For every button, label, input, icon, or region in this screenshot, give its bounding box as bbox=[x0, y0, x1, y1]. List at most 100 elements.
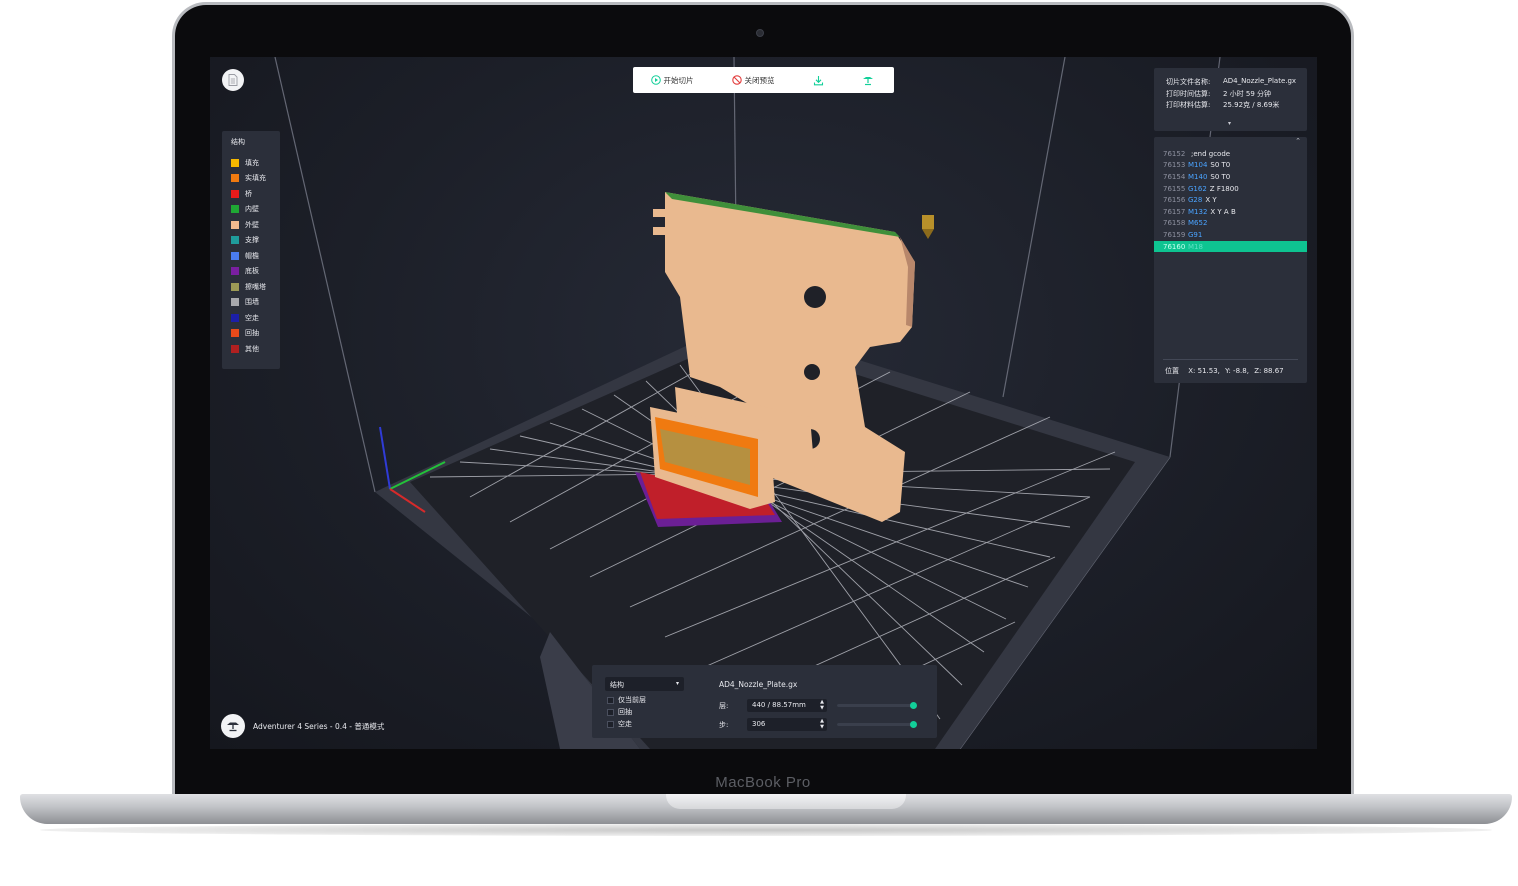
legend-item: 其他 bbox=[231, 341, 280, 357]
legend-swatch bbox=[231, 236, 239, 245]
gcode-command: G91 bbox=[1188, 230, 1203, 239]
gcode-panel: ⌃ 76152 ;end gcode 76153 M104 S0 T0 76154 M140… bbox=[1154, 137, 1307, 383]
close-preview-button[interactable]: 关闭预览 bbox=[711, 67, 795, 93]
gcode-command: M18 bbox=[1188, 242, 1203, 251]
gcode-line[interactable]: 76155 G162 Z F1800 bbox=[1154, 183, 1307, 195]
legend-item: 内壁 bbox=[231, 202, 280, 218]
travel-checkbox[interactable]: 空走 bbox=[607, 719, 632, 729]
position-z: Z: 88.67 bbox=[1254, 367, 1284, 375]
view-type-select[interactable]: 结构 ▾ bbox=[605, 677, 684, 691]
legend-label: 帽檐 bbox=[245, 251, 259, 260]
preview-control-panel: 结构 ▾ 仅当前层 回抽 空走 AD4_Nozzle_Plate.gx 层: 4… bbox=[592, 665, 937, 738]
collapse-icon[interactable]: ⌃ bbox=[1295, 137, 1301, 145]
legend-item: 实填充 bbox=[231, 171, 280, 187]
info-value: AD4_Nozzle_Plate.gx bbox=[1223, 77, 1297, 85]
legend-item: 底板 bbox=[231, 264, 280, 280]
gcode-command: M104 bbox=[1188, 161, 1208, 170]
gcode-line[interactable]: 76158 M652 bbox=[1154, 218, 1307, 230]
info-row: 切片文件名称: AD4_Nozzle_Plate.gx bbox=[1166, 77, 1307, 89]
laptop-base bbox=[20, 794, 1512, 824]
device-label: MacBook Pro bbox=[715, 774, 811, 791]
send-to-printer-button[interactable] bbox=[845, 67, 894, 93]
gcode-line[interactable]: 76156 G28 X Y bbox=[1154, 194, 1307, 206]
gcode-command: M652 bbox=[1188, 219, 1208, 228]
start-slice-button[interactable]: 开始切片 bbox=[633, 67, 711, 93]
legend-swatch bbox=[231, 174, 239, 183]
checkbox-label: 空走 bbox=[618, 720, 632, 728]
gcode-line-number: 76158 bbox=[1163, 219, 1186, 228]
step-label: 步: bbox=[719, 721, 729, 729]
step-slider[interactable] bbox=[837, 721, 917, 728]
legend-swatch bbox=[231, 251, 239, 260]
play-circle-icon bbox=[650, 75, 661, 85]
step-value: 306 bbox=[752, 720, 766, 728]
printer-label: Adventurer 4 Series - 0.4 - 普通模式 bbox=[253, 721, 385, 731]
gcode-line-number: 76154 bbox=[1163, 172, 1186, 181]
checkbox-box[interactable] bbox=[607, 720, 614, 728]
layer-input[interactable]: 440 / 88.57mm ▲ ▼ bbox=[747, 699, 827, 712]
legend-label: 内壁 bbox=[245, 205, 259, 214]
export-button[interactable] bbox=[795, 67, 845, 93]
position-x: X: 51.53, bbox=[1188, 367, 1220, 375]
legend-label: 外壁 bbox=[245, 220, 259, 229]
checkbox-box[interactable] bbox=[607, 696, 614, 704]
gcode-line[interactable]: 76160 M18 bbox=[1154, 240, 1307, 253]
layer-slider-knob[interactable] bbox=[910, 702, 917, 709]
gcode-line-number: 76160 bbox=[1163, 242, 1186, 251]
gcode-args: Z F1800 bbox=[1209, 184, 1239, 193]
step-slider-fill bbox=[837, 723, 913, 726]
gcode-line[interactable]: 76153 M104 S0 T0 bbox=[1154, 160, 1307, 172]
legend-swatch bbox=[231, 267, 239, 276]
top-toolbar: 开始切片 关闭预览 bbox=[633, 67, 894, 93]
layer-slider[interactable] bbox=[837, 702, 917, 709]
prohibit-icon bbox=[731, 75, 742, 85]
gcode-line[interactable]: 76152 ;end gcode bbox=[1154, 148, 1307, 160]
printer-selector[interactable]: Adventurer 4 Series - 0.4 - 普通模式 bbox=[221, 714, 384, 738]
slice-info-panel: 切片文件名称: AD4_Nozzle_Plate.gx 打印时间估算: 2 小时 59… bbox=[1154, 68, 1307, 131]
printer-send-icon bbox=[863, 76, 873, 85]
retraction-checkbox[interactable]: 回抽 bbox=[607, 707, 632, 717]
document-icon bbox=[228, 74, 238, 86]
info-key: 打印时间估算: bbox=[1166, 89, 1211, 98]
only-current-layer-checkbox[interactable]: 仅当前层 bbox=[607, 695, 646, 705]
legend-label: 围墙 bbox=[245, 298, 259, 307]
structure-legend: 结构 填充 实填充桥内壁 外壁 支撑 帽檐 底板 擦嘴塔 围墙 空走 回抽 其他 bbox=[222, 131, 280, 369]
step-slider-knob[interactable] bbox=[910, 721, 917, 728]
download-icon bbox=[813, 75, 824, 85]
stepper-icon[interactable]: ▲ ▼ bbox=[820, 718, 824, 730]
legend-swatch bbox=[231, 205, 239, 214]
legend-label: 底板 bbox=[245, 267, 259, 276]
app-window: 结构 填充 实填充桥内壁 外壁 支撑 帽檐 底板 擦嘴塔 围墙 空走 回抽 其他 开始切片 关闭预览 bbox=[210, 57, 1317, 749]
gcode-line[interactable]: 76157 M132 X Y A B bbox=[1154, 206, 1307, 218]
legend-title: 结构 bbox=[231, 138, 245, 146]
laptop-notch bbox=[666, 794, 906, 809]
legend-item: 回抽 bbox=[231, 326, 280, 342]
info-value: 25.92克 / 8.69米 bbox=[1223, 101, 1280, 109]
stepper-icon[interactable]: ▲ ▼ bbox=[820, 699, 824, 711]
info-row: 打印材料估算: 25.92克 / 8.69米 bbox=[1166, 100, 1307, 112]
info-value: 2 小时 59 分钟 bbox=[1223, 89, 1272, 98]
view-type-value: 结构 bbox=[610, 681, 624, 689]
3d-viewport[interactable] bbox=[210, 57, 1317, 749]
gcode-args: S0 T0 bbox=[1210, 172, 1231, 181]
legend-label: 其他 bbox=[245, 344, 259, 353]
checkbox-label: 回抽 bbox=[618, 708, 632, 716]
legend-label: 支撑 bbox=[245, 236, 259, 245]
gcode-line[interactable]: 76154 M140 S0 T0 bbox=[1154, 171, 1307, 183]
info-key: 切片文件名称: bbox=[1166, 78, 1211, 86]
checkbox-box[interactable] bbox=[607, 708, 614, 716]
file-menu-button[interactable] bbox=[222, 69, 244, 91]
gcode-list[interactable]: 76152 ;end gcode 76153 M104 S0 T0 76154 M140 S0… bbox=[1154, 148, 1307, 253]
step-input[interactable]: 306 ▲ ▼ bbox=[747, 718, 827, 731]
legend-swatch bbox=[231, 329, 239, 338]
gcode-line-number: 76153 bbox=[1163, 161, 1186, 170]
chevron-down-icon: ▾ bbox=[675, 680, 679, 687]
legend-label: 擦嘴塔 bbox=[245, 282, 266, 291]
gcode-line[interactable]: 76159 G91 bbox=[1154, 229, 1307, 241]
legend-swatch bbox=[231, 298, 239, 307]
legend-item: 擦嘴塔 bbox=[231, 279, 280, 295]
position-y: Y: -8.8, bbox=[1225, 367, 1249, 375]
legend-item: 填充 bbox=[231, 155, 280, 171]
nozzle-position: 位置 X: 51.53, Y: -8.8, Z: 88.67 bbox=[1165, 366, 1291, 376]
chevron-down-icon[interactable]: ▾ bbox=[1228, 120, 1231, 127]
